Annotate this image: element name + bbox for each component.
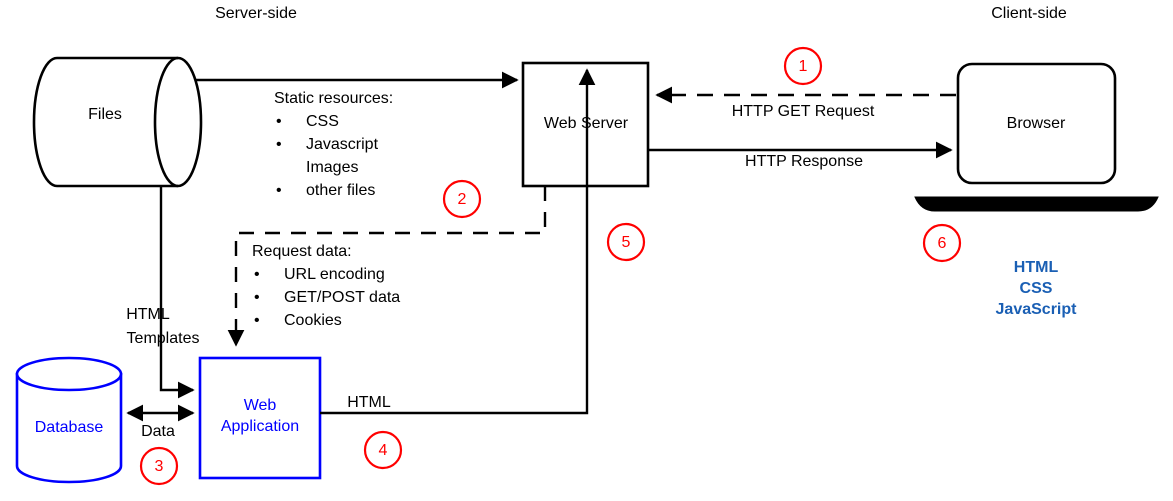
request-data-item-label: URL encoding xyxy=(284,266,385,283)
edge-html-templates xyxy=(159,186,195,399)
client-stack-css: CSS xyxy=(1019,280,1053,297)
diagram-graphics-layer xyxy=(15,46,1159,486)
bullet-glyph: • xyxy=(276,113,282,130)
step-marker-label-5: 5 xyxy=(621,234,631,251)
step-marker-label-3: 3 xyxy=(154,458,164,475)
step-marker-label-6: 6 xyxy=(937,235,947,252)
request-data-item-label: GET/POST data xyxy=(284,289,401,306)
bullet-glyph: • xyxy=(276,182,282,199)
request-data-item: • GET/POST data xyxy=(252,286,400,309)
client-stack-javascript: JavaScript xyxy=(995,301,1077,318)
request-data-item: • Cookies xyxy=(252,309,400,332)
diagram-canvas: Server-side Client-side Files Web Server… xyxy=(0,0,1173,501)
node-label-database: Database xyxy=(34,419,104,436)
section-title-client-side: Client-side xyxy=(991,5,1067,22)
node-label-browser: Browser xyxy=(1006,115,1066,132)
edge-label-http-get-request: HTTP GET Request xyxy=(731,103,875,120)
bullet-glyph: • xyxy=(276,136,282,153)
bullet-glyph: • xyxy=(254,312,260,329)
edge-label-data: Data xyxy=(141,423,175,440)
static-resources-item-label: Javascript xyxy=(306,136,379,153)
request-data-item-label: Cookies xyxy=(284,312,342,329)
step-marker-label-4: 4 xyxy=(378,442,388,459)
static-resources-item: • CSS xyxy=(274,110,393,133)
request-data-list: Request data: • URL encoding • GET/POST … xyxy=(252,240,400,332)
static-resources-heading: Static resources: xyxy=(274,90,394,107)
static-resources-item-label: Images xyxy=(306,159,359,176)
node-label-files: Files xyxy=(88,106,122,123)
laptop-base-shape xyxy=(914,196,1159,212)
bullet-glyph: • xyxy=(254,266,260,283)
static-resources-item: Images xyxy=(274,156,393,179)
static-resources-item-label: other files xyxy=(306,182,376,199)
node-label-web-server: Web Server xyxy=(543,115,629,132)
client-stack-html: HTML xyxy=(1013,259,1059,276)
edge-label-html-templates-line1: HTML xyxy=(126,306,170,323)
request-data-heading: Request data: xyxy=(252,243,352,260)
request-data-item: • URL encoding xyxy=(252,263,400,286)
section-title-server-side: Server-side xyxy=(215,5,297,22)
edge-label-html: HTML xyxy=(347,394,391,411)
static-resources-item-label: CSS xyxy=(306,113,339,130)
node-label-web-application-line2: Application xyxy=(220,418,300,435)
step-marker-label-2: 2 xyxy=(457,191,467,208)
bullet-glyph: • xyxy=(254,289,260,306)
node-label-web-application-line1: Web xyxy=(243,397,277,414)
edge-label-html-templates-line2: Templates xyxy=(126,330,200,347)
step-marker-label-1: 1 xyxy=(798,58,808,75)
edge-label-http-response: HTTP Response xyxy=(745,153,863,170)
static-resources-item: • other files xyxy=(274,179,393,202)
static-resources-item: • Javascript xyxy=(274,133,393,156)
static-resources-list: Static resources: • CSS • Javascript Ima… xyxy=(274,87,393,202)
